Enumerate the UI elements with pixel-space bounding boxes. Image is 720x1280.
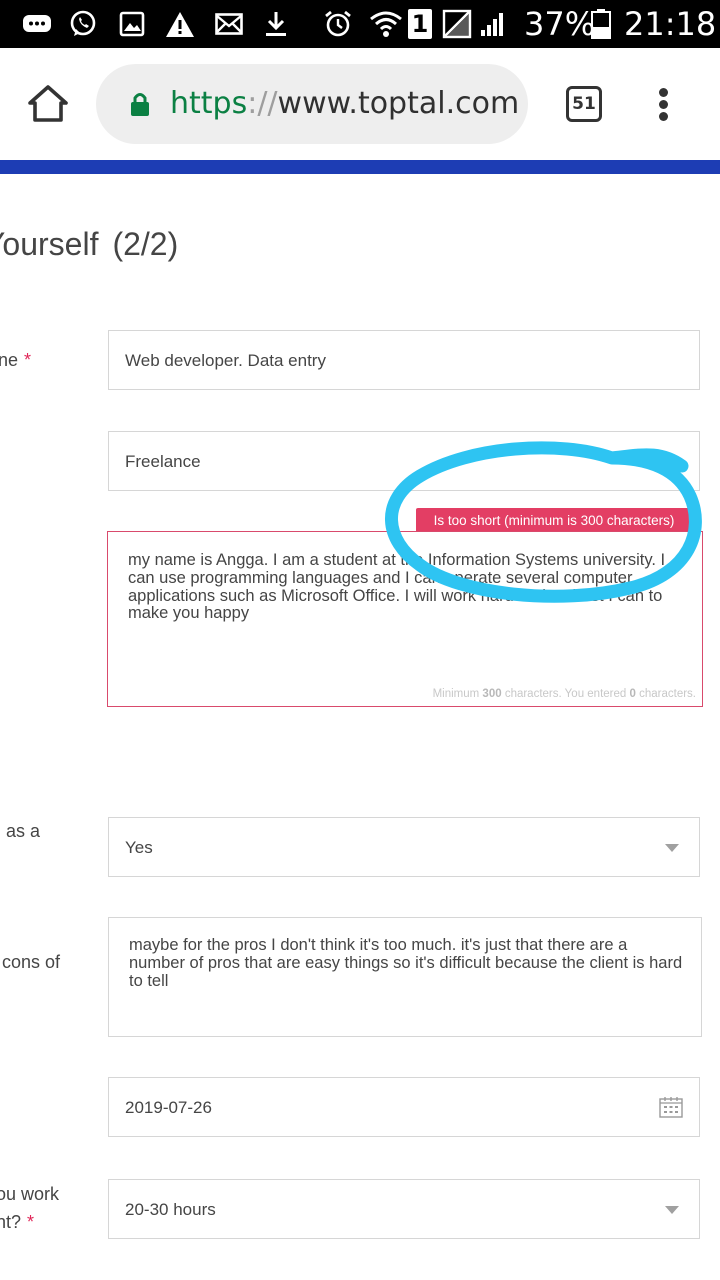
overflow-menu-dot (659, 100, 668, 109)
pros-cons-textarea[interactable]: maybe for the pros I don't think it's to… (108, 917, 702, 1037)
required-marker: * (27, 1212, 35, 1232)
signal-icon (478, 10, 508, 38)
start-date-value: 2019-07-26 (125, 1098, 212, 1117)
job-title-label-text: ne (0, 350, 19, 370)
url-scheme: https (170, 86, 248, 121)
url-separator: :// (247, 86, 278, 121)
chat-bubble-icon (22, 10, 52, 38)
pros-cons-value: maybe for the pros I don't think it's to… (129, 936, 683, 990)
job-title-label: ne * (0, 350, 31, 371)
overflow-menu-button[interactable] (648, 82, 680, 126)
bio-textarea[interactable]: my name is Angga. I am a student at the … (107, 531, 703, 707)
warning-icon (164, 10, 196, 38)
hours-label-line2-text: nt? (0, 1212, 22, 1232)
home-button[interactable] (26, 84, 70, 124)
browser-toolbar: https://www.toptal.com 51 (0, 48, 720, 160)
chevron-down-icon (665, 844, 679, 852)
wifi-icon (368, 10, 404, 38)
tab-switcher-button[interactable]: 51 (566, 86, 602, 122)
required-marker: * (24, 350, 32, 370)
overflow-menu-dot (659, 112, 668, 121)
status-bar: 1 37% 21:18 (0, 0, 720, 48)
title-text: ourself (2, 226, 99, 262)
character-counter: Minimum 300 characters. You entered 0 ch… (433, 688, 696, 700)
hours-value: 20-30 hours (125, 1200, 216, 1219)
work-as-value: Yes (125, 838, 153, 857)
chevron-down-icon (665, 1206, 679, 1214)
tab-count: 51 (572, 94, 596, 114)
lock-icon (129, 91, 151, 117)
page-title: Yourself(2/2) (0, 226, 178, 263)
mail-icon (214, 10, 244, 38)
bio-value: my name is Angga. I am a student at the … (128, 551, 666, 623)
image-icon (118, 10, 146, 38)
overflow-menu-icon (659, 88, 668, 97)
whatsapp-icon (68, 10, 98, 38)
signal-empty-icon (440, 9, 474, 39)
counter-mid: characters. You entered (504, 688, 627, 700)
work-as-label: as a (6, 821, 41, 841)
employment-value: Freelance (125, 452, 201, 471)
hours-select[interactable]: 20-30 hours (108, 1179, 700, 1239)
download-icon (262, 10, 290, 38)
counter-min: 300 (482, 688, 502, 700)
step-indicator: (2/2) (112, 226, 179, 262)
job-title-input[interactable]: Web developer. Data entry (108, 330, 700, 390)
employment-input[interactable]: Freelance (108, 431, 700, 491)
hours-label-line2: nt? * (0, 1212, 34, 1233)
alarm-icon (322, 10, 354, 38)
clock: 21:18 (624, 5, 717, 43)
hours-label-line1: ou work (0, 1184, 60, 1204)
sim-slot-label: 1 (411, 10, 429, 38)
work-as-select[interactable]: Yes (108, 817, 700, 877)
job-title-value: Web developer. Data entry (125, 351, 326, 370)
counter-prefix: Minimum (432, 688, 480, 700)
start-date-input[interactable]: 2019-07-26 (108, 1077, 700, 1137)
sim-icon: 1 (408, 9, 432, 39)
home-icon (28, 85, 68, 122)
battery-percent: 37% (524, 5, 596, 43)
counter-suffix: characters. (639, 688, 696, 700)
url-host: www.toptal.com (277, 86, 520, 121)
calendar-icon[interactable] (659, 1096, 683, 1118)
url-text[interactable]: https://www.toptal.com (170, 86, 519, 122)
battery-icon (590, 9, 612, 39)
pros-cons-label: cons of (2, 952, 61, 972)
header-band (0, 160, 720, 174)
counter-entered: 0 (629, 688, 636, 700)
